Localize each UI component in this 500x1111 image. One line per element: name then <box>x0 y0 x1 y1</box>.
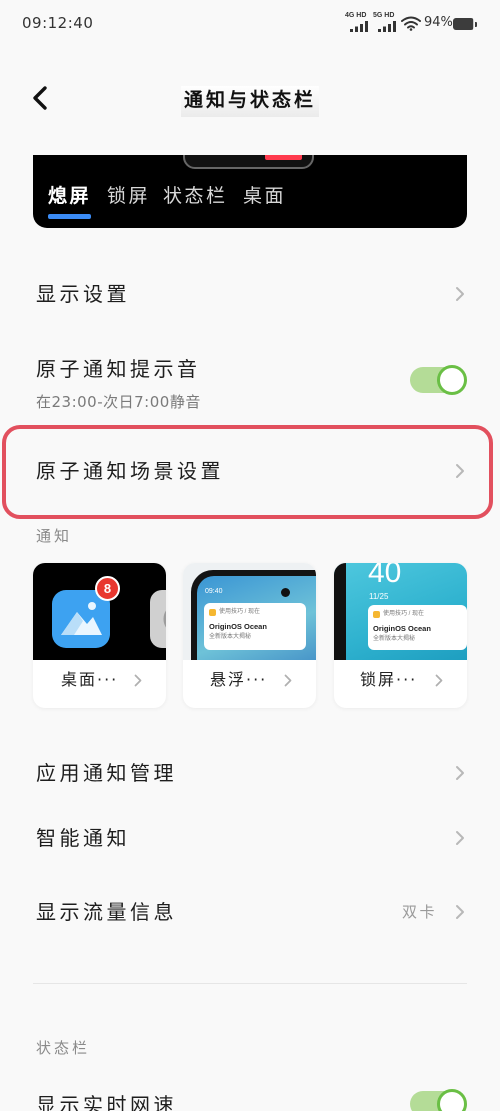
lockscreen-clock: 40 <box>368 563 402 589</box>
chevron-right-icon <box>134 674 142 687</box>
chevron-right-icon[interactable] <box>455 286 465 302</box>
card-label: 悬浮··· <box>210 670 268 689</box>
chevron-right-icon <box>284 674 292 687</box>
camera-punch-hole <box>281 588 290 597</box>
traffic-info-value: 双卡 <box>402 903 438 921</box>
card-label: 锁屏··· <box>360 670 418 689</box>
notification-title: OriginOS Ocean <box>209 622 267 631</box>
tips-app-icon <box>209 609 216 616</box>
wifi-icon <box>401 16 421 31</box>
realtime-speed-toggle[interactable] <box>408 1089 468 1111</box>
page-title: 通知与状态栏 <box>183 89 316 111</box>
tab-statusbar[interactable]: 状态栏 <box>163 183 228 209</box>
sim1-network-label: 4G HD <box>345 12 367 19</box>
chevron-right-icon[interactable] <box>455 463 465 479</box>
preview-red-bar <box>265 155 302 160</box>
notification-source: 使用技巧 / 现在 <box>383 611 425 617</box>
notification-source: 使用技巧 / 现在 <box>219 609 261 615</box>
card-label: 桌面··· <box>61 670 119 689</box>
signal-icon <box>350 21 368 32</box>
display-settings-row[interactable]: 显示设置 <box>36 281 130 307</box>
desktop-preview-image: 8 <box>33 563 166 660</box>
smart-notification-row[interactable]: 智能通知 <box>36 825 130 851</box>
tab-active-indicator <box>48 214 91 219</box>
signal-icon <box>378 21 396 32</box>
chevron-right-icon[interactable] <box>455 765 465 781</box>
notification-style-card-floating[interactable]: 09:40 使用技巧 / 现在 OriginOS Ocean 全新版本大揭秘 悬… <box>183 563 316 708</box>
traffic-info-row[interactable]: 显示流量信息 <box>36 899 177 925</box>
phone-frame-edge <box>334 563 346 660</box>
atomic-sound-subtitle: 在23:00-次日7:00静音 <box>36 393 201 411</box>
toggle-thumb <box>437 365 467 395</box>
atomic-sound-toggle[interactable] <box>408 365 468 395</box>
tab-lockscreen[interactable]: 锁屏 <box>107 183 150 209</box>
battery-icon <box>453 18 477 30</box>
chevron-right-icon[interactable] <box>455 904 465 920</box>
lockscreen-preview-image: 40 11/25 使用技巧 / 现在 OriginOS Ocean 全新版本大揭… <box>334 563 467 660</box>
notification-badge: 8 <box>95 576 120 601</box>
toggle-thumb <box>437 1089 467 1111</box>
phone-time: 09:40 <box>205 588 223 595</box>
tips-app-icon <box>373 611 380 618</box>
atomic-sound-label: 原子通知提示音 <box>36 357 201 381</box>
chevron-right-icon[interactable] <box>455 830 465 846</box>
notification-body: 全新版本大揭秘 <box>373 636 416 642</box>
section-title-notifications: 通知 <box>36 527 73 545</box>
notification-style-card-lockscreen[interactable]: 40 11/25 使用技巧 / 现在 OriginOS Ocean 全新版本大揭… <box>334 563 467 708</box>
notification-title: OriginOS Ocean <box>373 624 431 633</box>
chevron-right-icon <box>435 674 443 687</box>
notification-style-card-desktop[interactable]: 8 桌面··· <box>33 563 166 708</box>
notification-banner: 使用技巧 / 现在 OriginOS Ocean 全新版本大揭秘 <box>204 603 306 650</box>
floating-preview-image: 09:40 使用技巧 / 现在 OriginOS Ocean 全新版本大揭秘 <box>183 563 316 660</box>
section-title-statusbar: 状态栏 <box>36 1039 91 1057</box>
atomic-scene-row[interactable]: 原子通知场景设置 <box>36 458 224 484</box>
status-time: 09:12:40 <box>22 14 94 32</box>
notification-banner: 使用技巧 / 现在 OriginOS Ocean 全新版本大揭秘 <box>368 605 467 650</box>
section-divider <box>33 983 467 984</box>
notification-body: 全新版本大揭秘 <box>209 634 252 640</box>
sim2-network-label: 5G HD <box>373 12 395 19</box>
tab-aod[interactable]: 熄屏 <box>48 183 91 209</box>
battery-percent: 94% <box>424 15 453 30</box>
lockscreen-date: 11/25 <box>369 592 389 601</box>
settings-screen: 09:12:40 4G HD 5G HD 94% 通知与状态栏 熄屏 锁屏 状态… <box>0 0 500 1111</box>
preview-panel: 熄屏 锁屏 状态栏 桌面 <box>33 155 467 228</box>
tab-desktop[interactable]: 桌面 <box>243 183 286 209</box>
realtime-speed-label: 显示实时网速 <box>36 1093 177 1111</box>
app-notification-management-row[interactable]: 应用通知管理 <box>36 760 177 786</box>
settings-app-icon <box>150 590 166 648</box>
